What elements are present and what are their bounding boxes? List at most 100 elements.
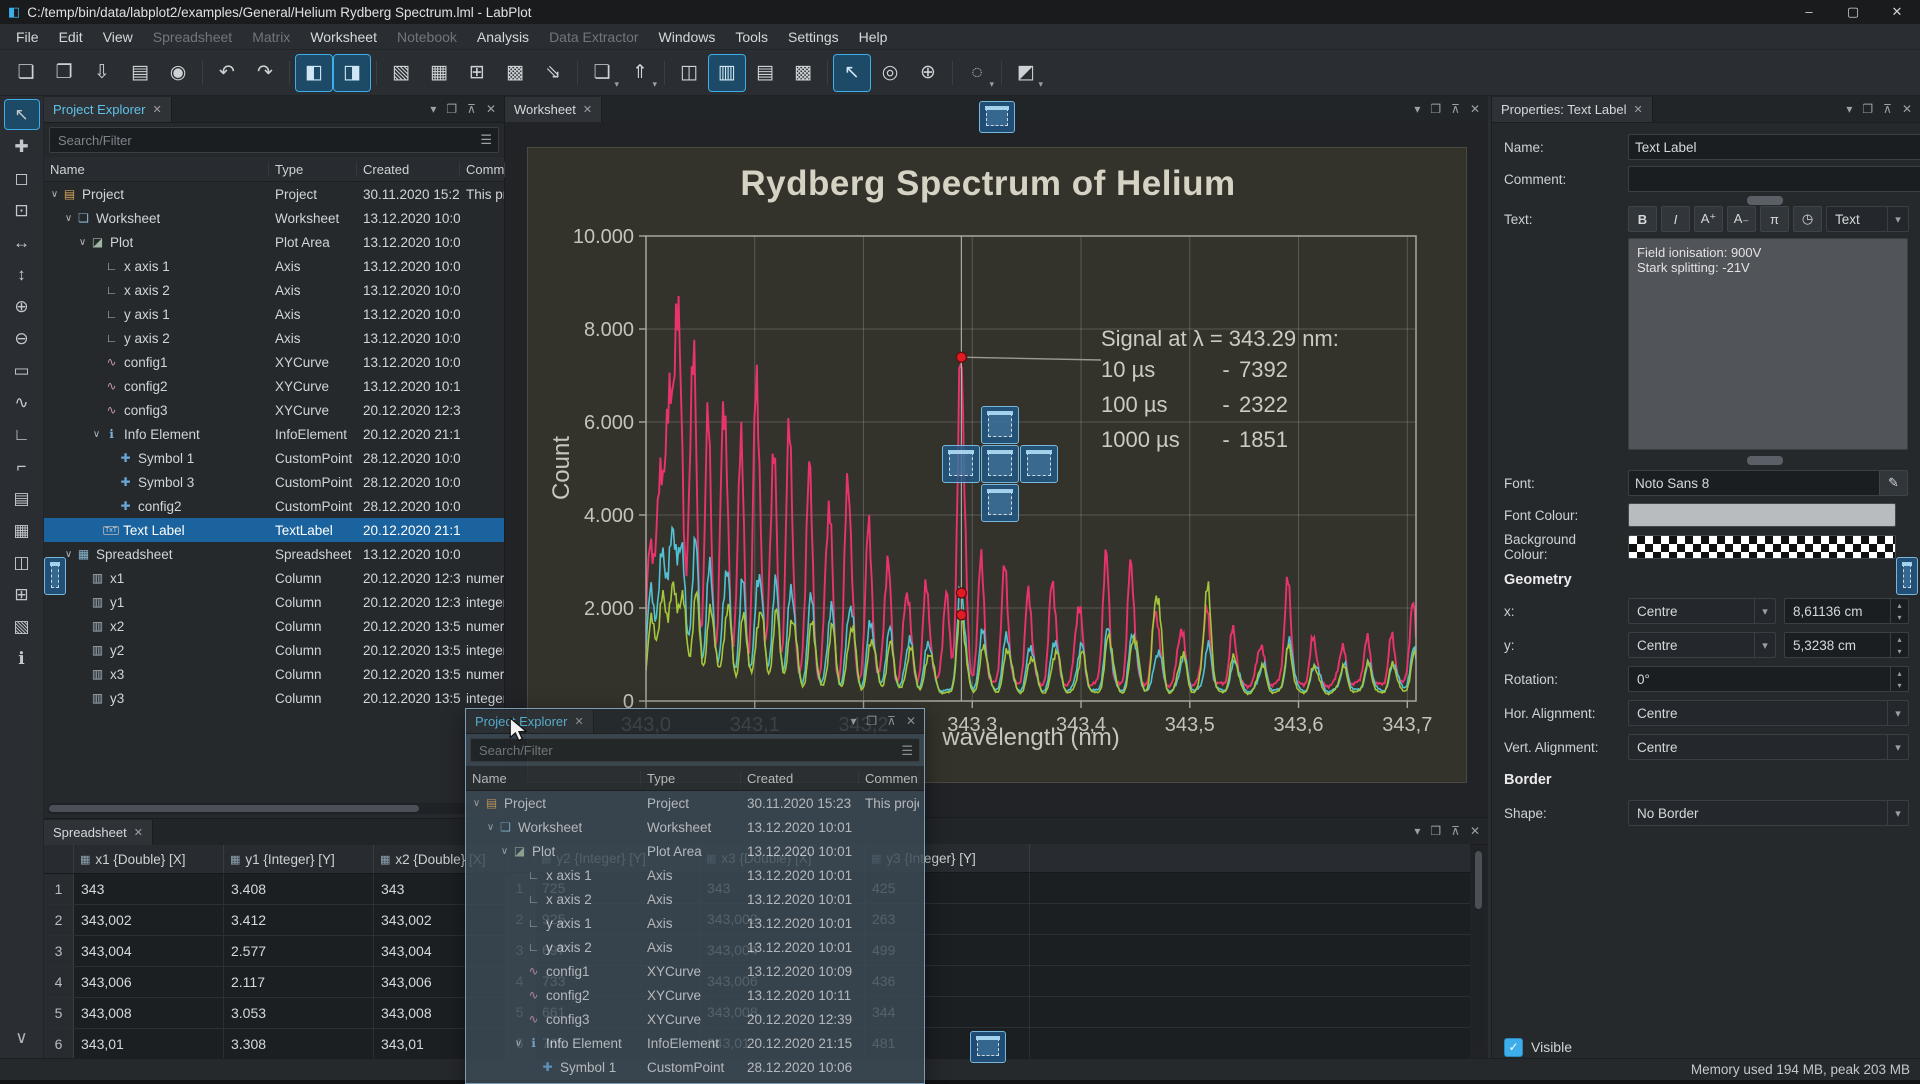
tree-row-text-label[interactable]: TxTText LabelTextLabel20.12.2020 21:13 (44, 518, 504, 542)
expander-icon[interactable]: ∨ (76, 237, 89, 248)
row-number[interactable]: 1 (44, 874, 74, 904)
border-shape-combo[interactable]: No Border ▾ (1628, 800, 1909, 826)
label-text-editor[interactable]: Field ionisation: 900V Stark splitting: … (1628, 238, 1908, 450)
table-cell[interactable]: 343,006 (74, 967, 224, 997)
dock-close-icon[interactable]: ✕ (1470, 102, 1480, 116)
y-position-combo[interactable]: Centre ▾ (1628, 632, 1776, 658)
tree-row-worksheet[interactable]: ∨❏WorksheetWorksheet13.12.2020 10:01 (466, 815, 924, 839)
tab-spreadsheet[interactable]: Spreadsheet ✕ (44, 820, 153, 845)
vert-alignment-combo[interactable]: Centre ▾ (1628, 734, 1909, 760)
tree-row-config2[interactable]: ∿config2XYCurve13.12.2020 10:11 (466, 983, 924, 1007)
datetime-button[interactable]: ◷ (1793, 206, 1822, 232)
new-matrix-button[interactable]: ▩ (497, 55, 533, 91)
expander-icon[interactable]: ∨ (470, 798, 483, 809)
table-cell[interactable]: 3.408 (224, 874, 374, 904)
close-icon[interactable]: ✕ (152, 103, 161, 116)
toolbar-overflow-icon[interactable]: ∨ (5, 1023, 39, 1052)
filter-icon[interactable]: ☰ (901, 743, 913, 759)
bold-button[interactable]: B (1628, 206, 1657, 232)
redo-button[interactable]: ↷ (247, 55, 283, 91)
menu-worksheet[interactable]: Worksheet (300, 26, 387, 48)
new-project-button[interactable]: ❏ (8, 55, 44, 91)
column-header-created[interactable]: Created (357, 162, 460, 177)
dock-pin-icon[interactable]: ⊼ (1451, 102, 1460, 116)
shift-x-tool-button[interactable]: ↔ (5, 228, 39, 257)
zoom-fit-tool-button[interactable]: ⊡ (5, 196, 39, 225)
expander-icon[interactable]: ∨ (484, 822, 497, 833)
tab-worksheet[interactable]: Worksheet ✕ (505, 97, 602, 122)
search-input[interactable] (470, 738, 920, 762)
spin-up-icon[interactable]: ▴ (1891, 599, 1908, 611)
layout-horizontal-button[interactable]: ▤ (747, 55, 783, 91)
tree-row-x-axis-2[interactable]: ∟x axis 2Axis13.12.2020 10:01 (44, 278, 504, 302)
superscript-button[interactable]: A⁺ (1694, 206, 1723, 232)
spin-down-icon[interactable]: ▾ (1891, 645, 1908, 657)
tree-row-y1[interactable]: ▥y1Column20.12.2020 12:39integer da (44, 590, 504, 614)
tree-row-symbol-1[interactable]: ✚Symbol 1CustomPoint28.12.2020 10:06 (44, 446, 504, 470)
layout-grid-button[interactable]: ▩ (785, 55, 821, 91)
menu-settings[interactable]: Settings (778, 26, 849, 48)
table-cell[interactable]: 3.308 (224, 1029, 374, 1058)
column-header-commen[interactable]: Commen (460, 162, 505, 177)
table-cell[interactable]: 343,01 (74, 1029, 224, 1058)
horizontal-scrollbar[interactable] (47, 803, 496, 814)
x-position-combo[interactable]: Centre ▾ (1628, 598, 1776, 624)
tree-row-y3[interactable]: ▥y3Column20.12.2020 13:56integer da (44, 686, 504, 710)
menu-data-extractor[interactable]: Data Extractor (539, 26, 648, 48)
import-data-button[interactable]: ⇘ (535, 55, 571, 91)
menu-windows[interactable]: Windows (649, 26, 726, 48)
menu-analysis[interactable]: Analysis (467, 26, 539, 48)
italic-button[interactable]: I (1661, 206, 1690, 232)
zoom-select-tool-button[interactable]: ⊕ (910, 55, 946, 91)
add-spreadsheet-tool-button[interactable]: ▦ (5, 516, 39, 545)
selection-region-tool-button[interactable]: ◻ (5, 164, 39, 193)
drop-indicator-right-edge[interactable] (1896, 557, 1918, 595)
row-number[interactable]: 2 (44, 905, 74, 935)
drop-indicator-center-right[interactable] (1020, 445, 1058, 483)
tree-row-y-axis-2[interactable]: ∟y axis 2Axis13.12.2020 10:01 (44, 326, 504, 350)
open-project-button[interactable]: ❐ (46, 55, 82, 91)
subscript-button[interactable]: A₋ (1727, 206, 1756, 232)
spin-up-icon[interactable]: ▴ (1891, 667, 1908, 679)
close-icon[interactable]: ✕ (574, 715, 583, 728)
spin-up-icon[interactable]: ▴ (1891, 633, 1908, 645)
tree-row-y-axis-2[interactable]: ∟y axis 2Axis13.12.2020 10:01 (466, 935, 924, 959)
tree-row-plot[interactable]: ∨◪PlotPlot Area13.12.2020 10:01 (44, 230, 504, 254)
tree-row-info-element[interactable]: ∨ℹInfo ElementInfoElement20.12.2020 21:1… (44, 422, 504, 446)
tree-row-info-element[interactable]: ∨ℹInfo ElementInfoElement20.12.2020 21:1… (466, 1031, 924, 1055)
symbols-button[interactable]: π (1760, 206, 1789, 232)
tree-row-y2[interactable]: ▥y2Column20.12.2020 13:55integer da (44, 638, 504, 662)
drop-indicator-top-edge[interactable] (979, 101, 1015, 133)
y-position-spinbox[interactable]: 5,3238 cm ▴▾ (1784, 632, 1909, 658)
column-header-type[interactable]: Type (269, 162, 357, 177)
add-plot-tool-button[interactable]: ◫ (5, 548, 39, 577)
dock-menu-icon[interactable]: ▾ (1414, 824, 1420, 838)
tree-row-project[interactable]: ∨▤ProjectProject30.11.2020 15:23This pro… (466, 791, 924, 815)
table-cell[interactable]: 2.577 (224, 936, 374, 966)
close-icon[interactable]: ✕ (134, 826, 143, 839)
new-folder-button[interactable]: ▧ (383, 55, 419, 91)
tree-row-spreadsheet[interactable]: ∨▦SpreadsheetSpreadsheet13.12.2020 10:08 (44, 542, 504, 566)
crosshair-tool-button[interactable]: ◎ (872, 55, 908, 91)
column-header-created[interactable]: Created (741, 771, 859, 786)
table-cell[interactable]: 343 (74, 874, 224, 904)
tree-row-config3[interactable]: ∿config3XYCurve20.12.2020 12:39 (466, 1007, 924, 1031)
dock-close-icon[interactable]: ✕ (486, 102, 496, 116)
menu-tools[interactable]: Tools (725, 26, 778, 48)
close-icon[interactable]: ✕ (583, 103, 592, 116)
export-worksheet-button[interactable]: ⇑▾ (622, 55, 658, 91)
drop-indicator-center[interactable] (981, 445, 1019, 483)
font-edit-button[interactable]: ✎ (1879, 470, 1908, 496)
tree-row-x3[interactable]: ▥x3Column20.12.2020 13:56numerical (44, 662, 504, 686)
filter-icon[interactable]: ☰ (480, 132, 492, 148)
table-cell[interactable]: 343,002 (74, 905, 224, 935)
add-legend-tool-button[interactable]: ⌐ (5, 452, 39, 481)
column-header-commen[interactable]: Commen (859, 771, 919, 786)
add-text-tool-button[interactable]: ▤ (5, 484, 39, 513)
dock-close-icon[interactable]: ✕ (906, 714, 916, 728)
tree-row-x-axis-2[interactable]: ∟x axis 2Axis13.12.2020 10:01 (466, 887, 924, 911)
dock-menu-icon[interactable]: ▾ (1846, 102, 1852, 116)
dock-menu-icon[interactable]: ▾ (850, 714, 856, 728)
minimize-button[interactable]: – (1800, 4, 1818, 20)
vertical-scrollbar[interactable] (1473, 848, 1484, 1048)
